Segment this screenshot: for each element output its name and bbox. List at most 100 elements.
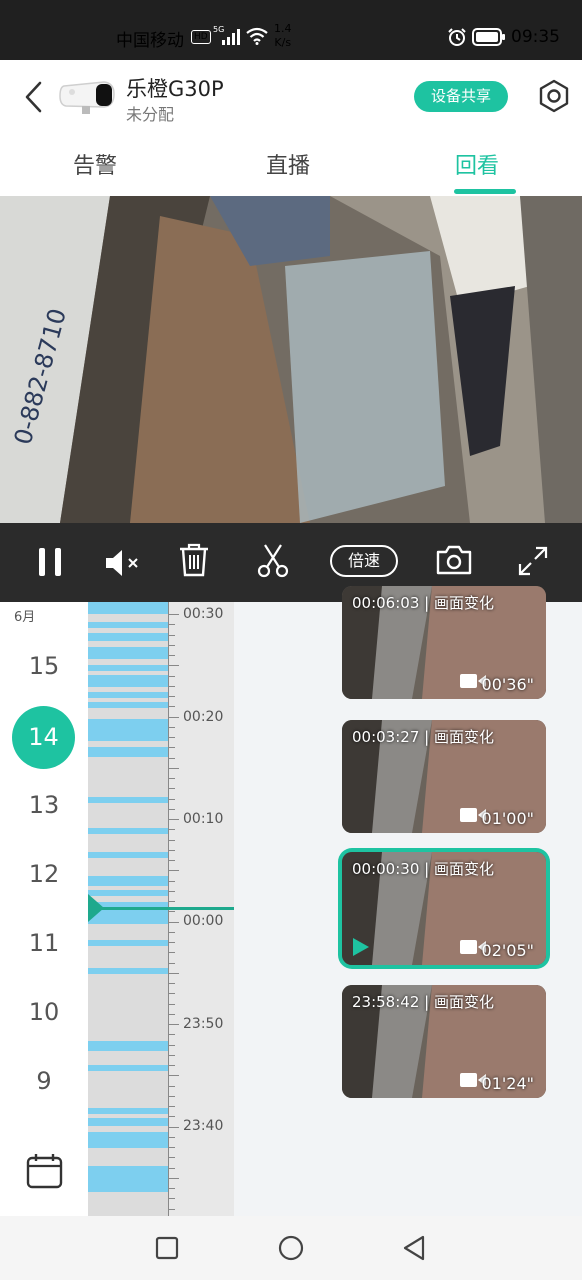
timeline-label: 00:30 (183, 606, 224, 622)
battery-icon (472, 28, 505, 46)
play-icon (353, 938, 369, 956)
clip-card-selected[interactable]: 00:00:30 | 画面变化 02'05" (342, 852, 546, 965)
timeline-tick (169, 1045, 175, 1046)
timeline-tick (169, 870, 179, 871)
date-item-selected[interactable]: 14 (12, 706, 75, 769)
timeline-tick (169, 1014, 175, 1015)
timeline-tick (169, 737, 175, 738)
clip-card[interactable]: 00:06:03 | 画面变化 00'36" (342, 586, 546, 699)
timeline-tick (169, 1147, 175, 1148)
timeline-tick (169, 983, 175, 984)
clip-duration: 01'00" (481, 809, 534, 828)
timeline-tick (169, 624, 175, 625)
timeline-tick (169, 1137, 175, 1138)
timeline-tick (169, 911, 175, 912)
timeline-tick (169, 1106, 175, 1107)
timeline-tick (169, 1034, 175, 1035)
timeline-label: 23:50 (183, 1016, 224, 1032)
date-item[interactable]: 9 (0, 1067, 88, 1095)
timeline-tick (169, 635, 175, 636)
timeline-tick (169, 614, 179, 615)
delete-icon[interactable] (178, 542, 210, 578)
timeline-tick (169, 1116, 175, 1117)
timeline-tick (169, 1075, 179, 1076)
alarm-icon (448, 28, 466, 46)
clip-title: 00:06:03 | 画面变化 (352, 594, 494, 612)
home-icon[interactable] (278, 1235, 304, 1261)
pause-icon[interactable] (36, 546, 64, 578)
clip-card[interactable]: 23:58:42 | 画面变化 01'24" (342, 985, 546, 1098)
device-share-button[interactable]: 设备共享 (414, 81, 508, 112)
timeline-tick (169, 778, 175, 779)
settings-icon[interactable] (538, 79, 570, 113)
video-player[interactable]: 0-882-8710 (0, 196, 582, 523)
date-item[interactable]: 15 (0, 652, 88, 680)
timeline-tick (169, 973, 179, 974)
clip-duration: 02'05" (481, 941, 534, 960)
device-group: 未分配 (126, 105, 175, 124)
timeline-tick (169, 758, 175, 759)
fullscreen-icon[interactable] (517, 545, 549, 577)
timeline-label: 00:00 (183, 913, 224, 929)
timeline-tick (169, 768, 179, 769)
timeline-tick (169, 1178, 179, 1179)
camera-icon (59, 81, 115, 114)
clip-duration: 01'24" (481, 1074, 534, 1093)
clip-title: 00:00:30 | 画面变化 (352, 860, 494, 878)
timeline-tick (169, 891, 175, 892)
hd-badge: HD (191, 30, 211, 44)
timeline-tick (169, 799, 175, 800)
timeline-label: 23:40 (183, 1118, 224, 1134)
mute-icon[interactable] (104, 547, 142, 579)
month-label: 6月 (14, 610, 36, 625)
timeline-tick (169, 645, 175, 646)
timeline-tick (169, 1198, 175, 1199)
timeline-tick (169, 850, 175, 851)
wifi-icon (246, 27, 268, 45)
timeline-tick (169, 860, 175, 861)
date-item[interactable]: 10 (0, 998, 88, 1026)
tab-playback[interactable]: 回看 (455, 148, 499, 180)
clip-duration: 00'36" (481, 675, 534, 694)
back-nav-icon[interactable] (402, 1235, 426, 1261)
timeline-tick (169, 922, 179, 923)
date-item[interactable]: 11 (0, 929, 88, 957)
timeline-tick (169, 1055, 175, 1056)
back-icon[interactable] (22, 80, 46, 114)
clip-card[interactable]: 00:03:27 | 画面变化 01'00" (342, 720, 546, 833)
snapshot-icon[interactable] (435, 544, 473, 576)
clip-title: 23:58:42 | 画面变化 (352, 993, 494, 1011)
date-item[interactable]: 12 (0, 860, 88, 888)
clock: 09:35 (511, 27, 560, 47)
carrier-name: 中国移动 (116, 31, 184, 51)
timeline-tick (169, 788, 175, 789)
tab-alarm[interactable]: 告警 (73, 148, 117, 180)
timeline-tick (169, 727, 175, 728)
playhead-marker[interactable] (88, 894, 104, 922)
device-name: 乐橙G30P (126, 77, 224, 101)
timeline-tick (169, 952, 175, 953)
timeline-tick (169, 901, 175, 902)
timeline-tick (169, 1004, 175, 1005)
timeline-tick (169, 840, 175, 841)
timeline-tick (169, 1024, 179, 1025)
timeline-tick (169, 747, 175, 748)
timeline-label: 00:10 (183, 811, 224, 827)
timeline-tick (169, 1209, 175, 1210)
recent-apps-icon[interactable] (155, 1236, 179, 1260)
timeline-tick (169, 829, 175, 830)
timeline-tick (169, 1096, 175, 1097)
timeline-tick (169, 942, 175, 943)
scissors-icon[interactable] (256, 543, 290, 579)
tab-live[interactable]: 直播 (266, 148, 310, 180)
timeline-tick (169, 932, 175, 933)
timeline-tick (169, 963, 175, 964)
calendar-icon[interactable] (26, 1152, 64, 1190)
timeline-label: 00:20 (183, 709, 224, 725)
speed-button[interactable]: 倍速 (330, 545, 398, 577)
timeline-tick (169, 1188, 175, 1189)
timeline-tick (169, 881, 175, 882)
timeline-tick (169, 655, 175, 656)
date-item[interactable]: 13 (0, 791, 88, 819)
playhead-line[interactable] (88, 907, 234, 910)
